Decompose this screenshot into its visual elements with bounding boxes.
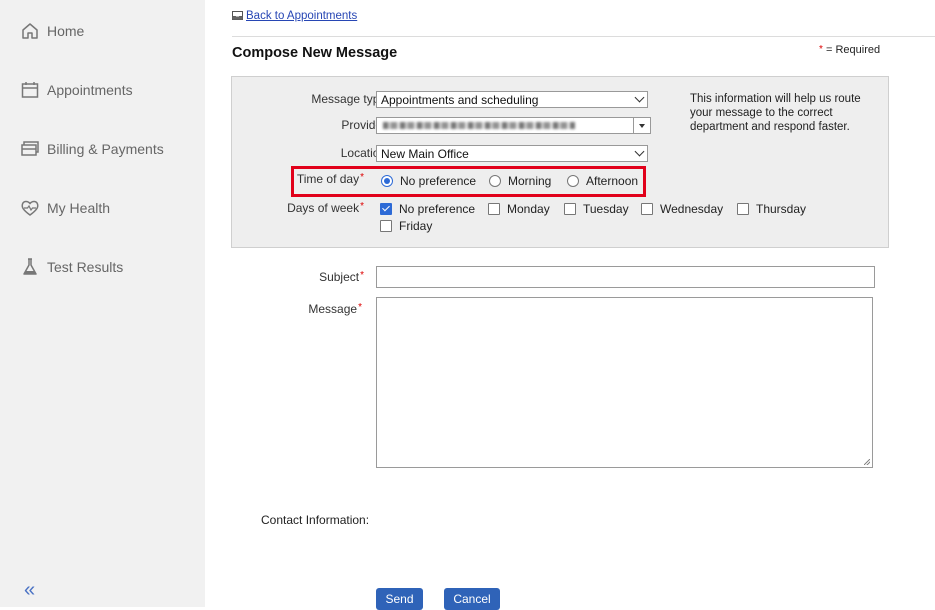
divider	[232, 36, 935, 37]
billing-icon	[21, 141, 39, 156]
sidebar-item-label: Home	[47, 23, 85, 39]
caret-down-icon	[639, 124, 645, 128]
redacted-provider-name	[383, 122, 575, 129]
message-label: Message*	[308, 302, 362, 316]
message-textarea[interactable]	[376, 297, 873, 468]
day-no-preference-checkbox[interactable]: No preference	[380, 202, 475, 216]
routing-panel: Message type* Appointments and schedulin…	[231, 76, 889, 248]
required-note: * = Required	[818, 44, 880, 56]
main-content: Back to Appointments Compose New Message…	[205, 0, 935, 610]
sidebar-item-test-results[interactable]: Test Results	[20, 253, 123, 281]
checkbox-checked-icon	[380, 203, 392, 215]
sidebar-item-appointments[interactable]: Appointments	[20, 76, 133, 104]
calendar-icon	[21, 82, 39, 98]
location-value: New Main Office	[381, 147, 469, 161]
message-type-value: Appointments and scheduling	[381, 93, 539, 107]
day-thursday-checkbox[interactable]: Thursday	[737, 202, 806, 216]
flask-icon	[23, 258, 37, 275]
back-to-appointments-link[interactable]: Back to Appointments	[246, 10, 357, 22]
checkbox-icon	[737, 203, 749, 215]
checkbox-icon	[564, 203, 576, 215]
subject-label: Subject*	[319, 270, 364, 284]
sidebar-item-label: Billing & Payments	[47, 141, 164, 157]
checkbox-icon	[641, 203, 653, 215]
day-monday-checkbox[interactable]: Monday	[488, 202, 550, 216]
chevron-down-icon	[634, 146, 645, 157]
routing-info-text: This information will help us route your…	[690, 93, 861, 133]
chevron-down-icon	[634, 92, 645, 103]
location-label: Location*	[340, 146, 391, 160]
day-wednesday-checkbox[interactable]: Wednesday	[641, 202, 723, 216]
message-type-label: Message type*	[311, 92, 391, 106]
provider-dropdown-button[interactable]	[633, 117, 650, 134]
required-note-text: = Required	[825, 44, 881, 56]
provider-select[interactable]	[376, 117, 651, 134]
message-type-select[interactable]: Appointments and scheduling	[376, 91, 648, 108]
day-friday-checkbox[interactable]: Friday	[380, 219, 432, 233]
sidebar-item-my-health[interactable]: My Health	[20, 194, 110, 222]
resize-handle-icon[interactable]	[864, 459, 870, 465]
time-of-day-highlight	[291, 166, 646, 197]
sidebar-item-label: My Health	[47, 200, 111, 216]
location-select[interactable]: New Main Office	[376, 145, 648, 162]
sidebar-item-label: Test Results	[47, 259, 124, 275]
day-tuesday-checkbox[interactable]: Tuesday	[564, 202, 629, 216]
heart-icon	[21, 200, 39, 216]
sidebar: Home Appointments Billing & Payments My …	[0, 0, 205, 607]
checkbox-icon	[380, 220, 392, 232]
page-title: Compose New Message	[232, 45, 398, 61]
provider-label: Provider*	[341, 118, 391, 132]
mail-tray-icon	[232, 11, 243, 20]
sidebar-item-billing[interactable]: Billing & Payments	[20, 135, 164, 163]
days-of-week-label: Days of week*	[287, 201, 364, 215]
sidebar-item-home[interactable]: Home	[20, 17, 84, 45]
sidebar-item-label: Appointments	[47, 82, 133, 98]
home-icon	[22, 23, 38, 39]
breadcrumb: Back to Appointments	[232, 10, 357, 22]
collapse-sidebar-icon[interactable]: «	[24, 580, 35, 600]
checkbox-icon	[488, 203, 500, 215]
required-marker: *	[819, 44, 823, 55]
subject-input[interactable]	[376, 266, 875, 288]
contact-information-label: Contact Information:	[261, 513, 370, 527]
